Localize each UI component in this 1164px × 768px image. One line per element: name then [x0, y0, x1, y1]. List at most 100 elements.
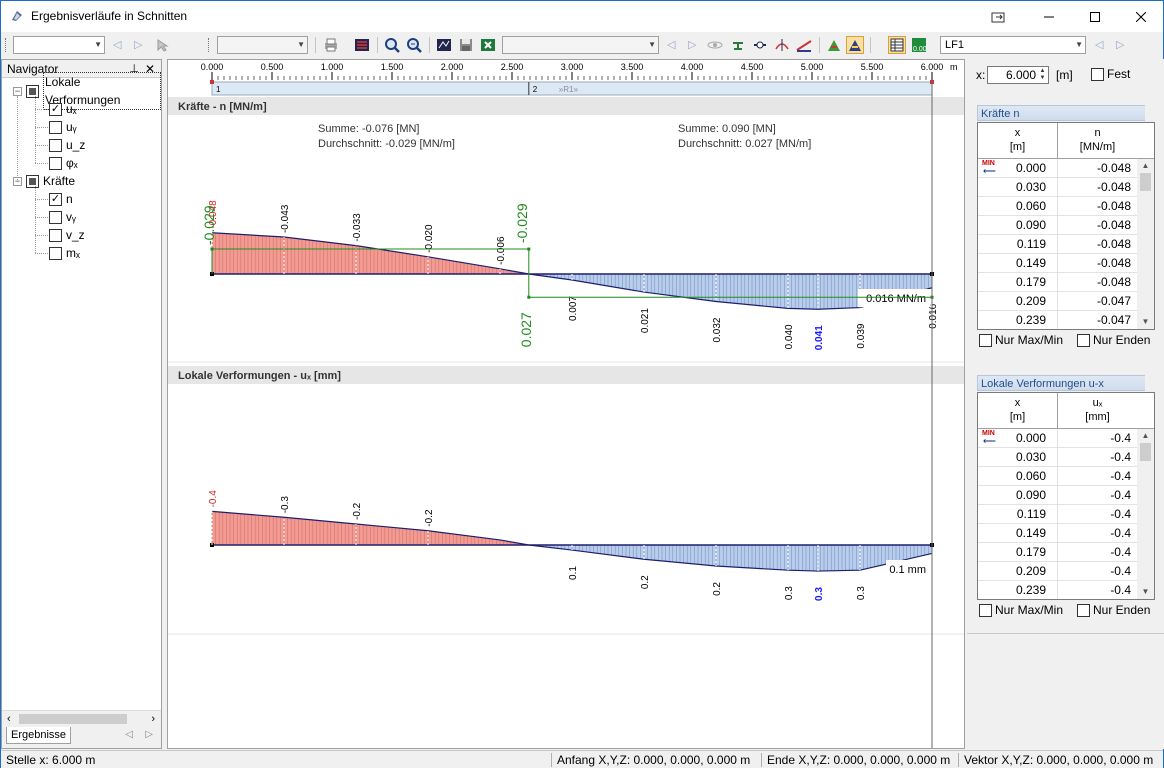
section-select[interactable]: ▼ — [13, 36, 105, 54]
only-ends-checkbox[interactable] — [1077, 333, 1090, 347]
item-checkbox[interactable] — [49, 138, 62, 152]
table-row[interactable]: 0.239 -0.4 — [978, 581, 1137, 599]
excel-export-button[interactable] — [479, 36, 497, 54]
group-checkbox[interactable] — [26, 84, 39, 98]
pick-section-button[interactable] — [153, 36, 171, 54]
toolbar-grip[interactable] — [208, 38, 211, 52]
tree-item[interactable]: mₓ — [49, 244, 80, 262]
item-checkbox[interactable] — [49, 246, 62, 260]
tab-results[interactable]: Ergebnisse — [6, 727, 72, 744]
member-select[interactable]: ▼ — [217, 36, 308, 54]
next-arrow-icon[interactable]: ▷ — [688, 38, 696, 51]
table-row[interactable]: 0.030 -0.4 — [978, 448, 1137, 467]
display-settings-button[interactable] — [353, 36, 371, 54]
tree-group[interactable]: − Kräfte — [13, 172, 75, 190]
scroll-up-icon[interactable]: ▲ — [1137, 159, 1154, 173]
item-checkbox-checked[interactable]: ✓ — [49, 192, 62, 206]
result-grid[interactable]: x [m] uₓ [mm] MIN ⟵ 0.000 -0.4 0.030 -0.4 0.060 -0.… — [977, 392, 1155, 600]
restore-dock-button[interactable] — [975, 1, 1021, 32]
result-display-toggle[interactable] — [846, 36, 864, 54]
previous-arrow-icon[interactable]: ◁ — [113, 38, 121, 51]
scroll-up-icon[interactable]: ▲ — [1137, 429, 1154, 443]
table-row[interactable]: 0.239 -0.047 — [978, 311, 1137, 329]
table-row[interactable]: 0.060 -0.048 — [978, 197, 1137, 216]
toolbar-grip[interactable] — [5, 38, 8, 52]
item-checkbox-checked[interactable]: ✓ — [49, 102, 62, 116]
table-row[interactable]: 0.030 -0.048 — [978, 178, 1137, 197]
x-position-input[interactable]: 6.000 ▲ ▼ — [987, 66, 1049, 84]
item-checkbox[interactable] — [49, 210, 62, 224]
tree-item[interactable]: ✓ n — [49, 190, 73, 208]
item-checkbox[interactable] — [49, 120, 62, 134]
tree-item[interactable]: vᵧ — [49, 208, 76, 226]
only-ends-option[interactable]: Nur Enden — [1077, 603, 1150, 617]
load-case-select[interactable]: LF1 ▼ — [940, 36, 1086, 54]
print-button[interactable] — [322, 36, 340, 54]
column-header-x[interactable]: x [m] — [978, 393, 1058, 429]
table-row[interactable]: 0.060 -0.4 — [978, 467, 1137, 486]
scrollbar-thumb[interactable] — [19, 714, 127, 724]
table-toggle[interactable] — [888, 36, 906, 54]
tree-item[interactable]: ✓ uₓ — [49, 100, 77, 118]
show-values-button[interactable] — [706, 36, 724, 54]
navigator-horizontal-scrollbar[interactable]: ‹ › — [2, 710, 161, 726]
result-grid[interactable]: x [m] n [MN/m] MIN ⟵ 0.000 -0.048 0.030 -0.048 0.0… — [977, 122, 1155, 330]
scroll-down-icon[interactable]: ▼ — [1137, 315, 1154, 329]
diagram-area[interactable]: 0.000 0.500 1.000 1.500 2.000 2.500 3.000 3.500… — [167, 59, 965, 749]
fixed-checkbox[interactable] — [1091, 67, 1104, 81]
hinge-button[interactable] — [751, 36, 769, 54]
item-checkbox[interactable] — [49, 228, 62, 242]
table-row[interactable]: 0.209 -0.4 — [978, 562, 1137, 581]
table-row[interactable]: 0.149 -0.4 — [978, 524, 1137, 543]
previous-arrow-icon[interactable]: ◁ — [667, 38, 675, 51]
table-row[interactable]: MIN ⟵ 0.000 -0.048 — [978, 159, 1137, 178]
next-load-case-icon[interactable]: ▷ — [1116, 38, 1124, 51]
item-checkbox[interactable] — [49, 156, 62, 170]
tree-item[interactable]: φₓ — [49, 154, 78, 172]
zoom-out-button[interactable] — [405, 36, 423, 54]
save-button[interactable] — [457, 36, 475, 54]
table-row[interactable]: 0.119 -0.048 — [978, 235, 1137, 254]
tree-item[interactable]: u_z — [49, 136, 85, 154]
table-row[interactable]: 0.179 -0.048 — [978, 273, 1137, 292]
table-row[interactable]: 0.149 -0.048 — [978, 254, 1137, 273]
tree-item[interactable]: uᵧ — [49, 118, 77, 136]
vertical-scrollbar[interactable]: ▲ ▼ — [1137, 429, 1154, 599]
tab-scroll-left-icon[interactable]: ◁ — [125, 729, 133, 740]
scrollbar-thumb[interactable] — [1140, 173, 1151, 191]
export-diagram-button[interactable] — [435, 36, 453, 54]
line-result-button[interactable] — [795, 36, 813, 54]
column-header-value[interactable]: uₓ [mm] — [1058, 393, 1137, 429]
column-header-value[interactable]: n [MN/m] — [1058, 123, 1137, 159]
collapse-icon[interactable]: − — [13, 86, 22, 96]
spin-down-icon[interactable]: ▼ — [1038, 75, 1047, 82]
scroll-down-icon[interactable]: ▼ — [1137, 585, 1154, 599]
scrollbar-thumb[interactable] — [1140, 443, 1151, 461]
table-row[interactable]: 0.209 -0.047 — [978, 292, 1137, 311]
fixed-option[interactable]: Fest — [1091, 67, 1130, 81]
next-arrow-icon[interactable]: ▷ — [134, 38, 142, 51]
only-maxmin-option[interactable]: Nur Max/Min — [979, 333, 1063, 347]
close-button[interactable] — [1118, 1, 1164, 32]
smooth-button[interactable] — [773, 36, 791, 54]
column-header-x[interactable]: x [m] — [978, 123, 1058, 159]
only-maxmin-option[interactable]: Nur Max/Min — [979, 603, 1063, 617]
support-button[interactable] — [729, 36, 747, 54]
table-row[interactable]: 0.119 -0.4 — [978, 505, 1137, 524]
scroll-left-icon[interactable]: ‹ — [7, 711, 11, 727]
table-row[interactable]: 0.090 -0.4 — [978, 486, 1137, 505]
vertical-scrollbar[interactable]: ▲ ▼ — [1137, 159, 1154, 329]
table-row[interactable]: 0.179 -0.4 — [978, 543, 1137, 562]
zoom-in-button[interactable] — [383, 36, 401, 54]
only-ends-checkbox[interactable] — [1077, 603, 1090, 617]
result-type-select[interactable]: ▼ — [502, 36, 659, 54]
table-row[interactable]: 0.090 -0.048 — [978, 216, 1137, 235]
tree-item[interactable]: v_z — [49, 226, 85, 244]
tab-scroll-right-icon[interactable]: ▷ — [145, 729, 153, 740]
maximize-button[interactable] — [1072, 1, 1118, 32]
values-table-button[interactable]: 0.00 — [910, 36, 928, 54]
only-maxmin-checkbox[interactable] — [979, 603, 992, 617]
only-maxmin-checkbox[interactable] — [979, 333, 992, 347]
scroll-right-icon[interactable]: › — [151, 711, 155, 727]
table-row[interactable]: MIN ⟵ 0.000 -0.4 — [978, 429, 1137, 448]
